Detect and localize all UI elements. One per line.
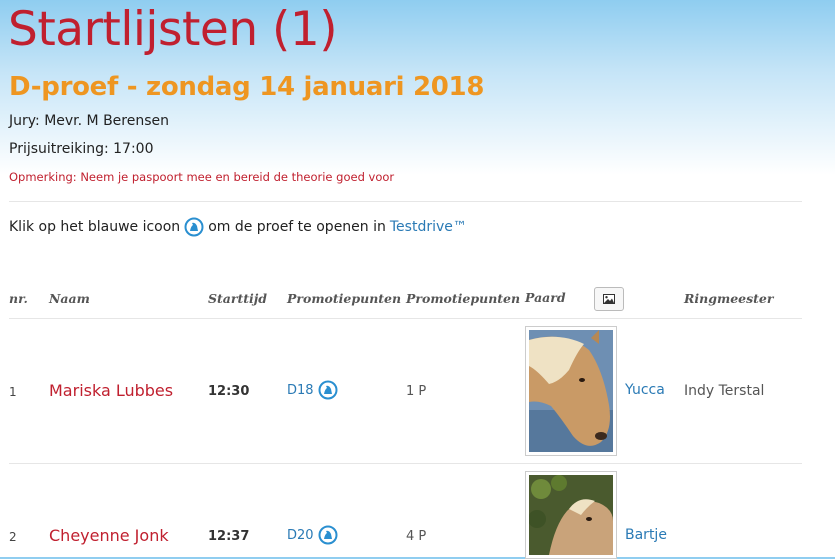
prijsuitreiking-info: Prijsuitreiking: 17:00 [9, 141, 154, 157]
divider [9, 201, 802, 202]
remark-text: Opmerking: Neem je paspoort mee en berei… [9, 170, 395, 184]
proef-code: D20 [287, 527, 314, 543]
horse-photo[interactable] [525, 471, 617, 559]
promotion-points: 4 P [406, 529, 427, 544]
testdrive-icon [184, 217, 204, 237]
col-nr: nr. [9, 291, 28, 306]
testdrive-icon[interactable] [318, 380, 338, 400]
instruction-before: Klik op het blauwe icoon [9, 219, 181, 235]
col-promotiepunten: Promotiepunten [406, 291, 521, 306]
instruction-line: Klik op het blauwe icoon om de proef te … [9, 217, 467, 237]
event-subtitle: D-proef - zondag 14 januari 2018 [9, 72, 485, 102]
rider-name[interactable]: Cheyenne Jonk [49, 526, 169, 545]
proef-code: D18 [287, 382, 314, 398]
row-nr: 2 [9, 530, 17, 544]
col-paard: Paard [525, 290, 566, 305]
page-title: Startlijsten (1) [8, 2, 338, 57]
col-naam: Naam [49, 291, 90, 306]
testdrive-icon[interactable] [318, 525, 338, 545]
start-time: 12:37 [208, 529, 250, 544]
horse-name[interactable]: Bartje [625, 527, 667, 543]
proef-link[interactable]: D18 [287, 380, 342, 400]
horse-name[interactable]: Yucca [625, 382, 665, 398]
col-promotiepunten-proef: Promotiepunten [287, 291, 402, 306]
row-divider [9, 463, 802, 464]
instruction-after: om de proef te openen in [208, 219, 386, 235]
testdrive-link[interactable]: Testdrive™ [390, 219, 467, 235]
row-nr: 1 [9, 385, 17, 399]
promotion-points: 1 P [406, 384, 427, 399]
image-icon [603, 294, 615, 304]
horse-photo[interactable] [525, 326, 617, 456]
col-ringmeester: Ringmeester [684, 291, 774, 306]
ringmeester-name: Indy Terstal [684, 383, 765, 399]
jury-info: Jury: Mevr. M Berensen [9, 113, 170, 129]
toggle-images-button[interactable] [594, 287, 624, 311]
rider-name[interactable]: Mariska Lubbes [49, 381, 173, 400]
start-time: 12:30 [208, 384, 250, 399]
proef-link[interactable]: D20 [287, 525, 342, 545]
col-starttijd: Starttijd [208, 291, 268, 306]
header-divider [9, 318, 802, 319]
